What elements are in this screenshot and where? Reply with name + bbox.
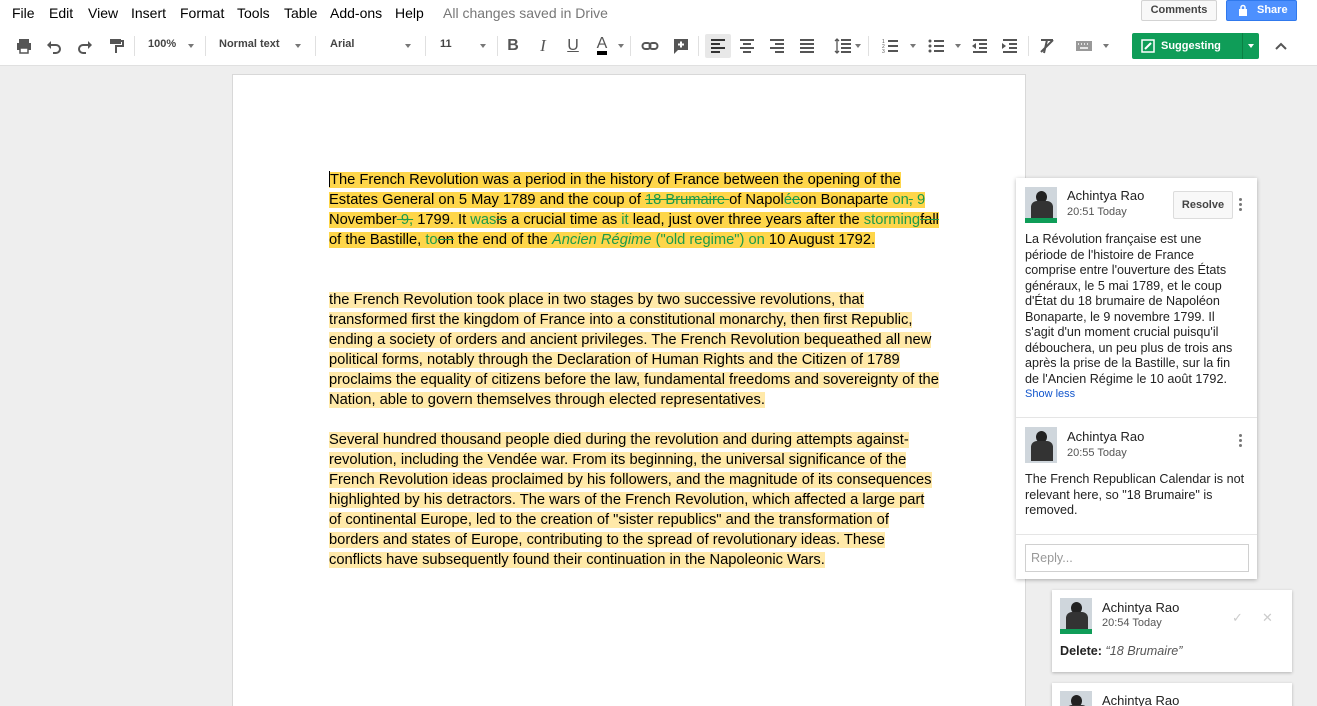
suggestion-card[interactable]: Achintya Rao xyxy=(1052,683,1292,706)
bold-icon[interactable]: B xyxy=(503,36,523,56)
reply-input[interactable]: Reply... xyxy=(1025,544,1249,572)
suggested-insertion[interactable]: on xyxy=(892,192,908,208)
align-center-icon[interactable] xyxy=(737,36,757,56)
menu-help[interactable]: Help xyxy=(395,5,424,21)
menu-bar: File Edit View Insert Format Tools Table… xyxy=(0,0,1317,26)
suggested-insertion[interactable]: it xyxy=(621,212,628,228)
suggested-deletion[interactable]: 9, xyxy=(397,212,413,228)
reject-icon[interactable]: ✕ xyxy=(1262,610,1273,626)
reply-author: Achintya Rao xyxy=(1067,429,1145,444)
redo-icon[interactable] xyxy=(75,36,95,56)
toolbar: 100% Normal text Arial 11 B I U A 123 Su… xyxy=(0,26,1317,66)
avatar xyxy=(1025,187,1057,223)
suggestion-author: Achintya Rao xyxy=(1102,693,1180,706)
share-label: Share xyxy=(1257,4,1288,16)
suggested-deletion[interactable]: on xyxy=(438,232,454,248)
comment-author: Achintya Rao xyxy=(1067,188,1145,203)
menu-view[interactable]: View xyxy=(88,5,118,21)
share-button[interactable]: Share xyxy=(1226,0,1297,21)
more-options-icon[interactable] xyxy=(1239,434,1243,449)
paragraph-3[interactable]: Several hundred thousand people died dur… xyxy=(329,430,939,570)
svg-text:3: 3 xyxy=(882,49,885,55)
add-comment-icon[interactable] xyxy=(671,36,691,56)
suggested-deletion[interactable]: 18 Brumaire xyxy=(645,192,729,208)
reply-time: 20:55 Today xyxy=(1067,447,1127,459)
suggesting-label: Suggesting xyxy=(1161,40,1221,52)
line-spacing-icon[interactable] xyxy=(833,36,853,56)
accept-icon[interactable]: ✓ xyxy=(1232,610,1243,626)
menu-tools[interactable]: Tools xyxy=(237,5,270,21)
input-tools-icon[interactable] xyxy=(1074,36,1094,56)
avatar xyxy=(1060,691,1092,706)
comment-thread[interactable]: Achintya Rao 20:51 Today Resolve La Révo… xyxy=(1016,178,1257,579)
link-icon[interactable] xyxy=(640,36,660,56)
more-options-icon[interactable] xyxy=(1239,198,1243,213)
avatar xyxy=(1025,427,1057,463)
suggested-insertion[interactable]: was xyxy=(470,212,496,228)
menu-insert[interactable]: Insert xyxy=(131,5,166,21)
suggested-insertion[interactable]: ("old regime") on xyxy=(652,232,765,248)
menu-format[interactable]: Format xyxy=(180,5,224,21)
suggesting-mode-button[interactable]: Suggesting xyxy=(1132,33,1259,59)
underline-icon[interactable]: U xyxy=(563,36,583,56)
clear-formatting-icon[interactable] xyxy=(1037,36,1057,56)
mode-dropdown-icon[interactable] xyxy=(1248,44,1254,48)
suggested-deletion[interactable]: e xyxy=(792,192,800,208)
suggested-insertion[interactable]: storming xyxy=(864,212,920,228)
suggestion-author: Achintya Rao xyxy=(1102,600,1180,615)
italic-icon[interactable]: I xyxy=(533,36,553,56)
decrease-indent-icon[interactable] xyxy=(970,36,990,56)
save-status[interactable]: All changes saved in Drive xyxy=(443,5,608,21)
suggest-edit-icon xyxy=(1141,39,1155,53)
suggested-insertion[interactable]: 9 xyxy=(913,192,925,208)
comment-text: La Révolution française est une période … xyxy=(1025,232,1233,386)
paragraph-2[interactable]: the French Revolution took place in two … xyxy=(329,290,939,410)
document-page[interactable]: The French Revolution was a period in th… xyxy=(232,74,1026,706)
print-icon[interactable] xyxy=(14,36,34,56)
suggested-deletion[interactable]: is xyxy=(496,212,507,228)
zoom-select[interactable]: 100% xyxy=(148,38,176,50)
numbered-list-icon[interactable]: 123 xyxy=(880,36,900,56)
menu-file[interactable]: File xyxy=(12,5,35,21)
suggestion-detail: Delete: “18 Brumaire” xyxy=(1060,644,1183,658)
comment-pointer xyxy=(1001,177,1017,197)
text-color-icon[interactable]: A xyxy=(592,36,612,56)
avatar xyxy=(1060,598,1092,634)
undo-icon[interactable] xyxy=(44,36,64,56)
suggested-insertion[interactable]: to xyxy=(425,232,437,248)
show-less-link[interactable]: Show less xyxy=(1025,388,1075,400)
justify-icon[interactable] xyxy=(797,36,817,56)
menu-edit[interactable]: Edit xyxy=(49,5,73,21)
comment-time: 20:51 Today xyxy=(1067,206,1127,218)
bulleted-list-icon[interactable] xyxy=(926,36,946,56)
menu-table[interactable]: Table xyxy=(284,5,317,21)
style-select[interactable]: Normal text xyxy=(219,38,280,50)
increase-indent-icon[interactable] xyxy=(1000,36,1020,56)
font-size-select[interactable]: 11 xyxy=(440,38,452,50)
reply-text: The French Republican Calendar is not re… xyxy=(1025,472,1245,517)
suggestion-time: 20:54 Today xyxy=(1102,617,1162,629)
align-right-icon[interactable] xyxy=(767,36,787,56)
comments-button[interactable]: Comments xyxy=(1141,0,1217,21)
paragraph-1[interactable]: The French Revolution was a period in th… xyxy=(329,170,939,250)
suggested-insertion[interactable]: Ancien Régime xyxy=(552,232,652,248)
font-select[interactable]: Arial xyxy=(330,38,354,50)
align-left-icon[interactable] xyxy=(705,34,731,58)
lock-icon xyxy=(1239,4,1247,16)
collapse-icon[interactable] xyxy=(1271,36,1291,56)
paint-format-icon[interactable] xyxy=(106,36,126,56)
resolve-button[interactable]: Resolve xyxy=(1173,191,1233,219)
suggested-deletion[interactable]: fall xyxy=(920,212,939,228)
suggested-insertion[interactable]: é xyxy=(784,192,792,208)
menu-addons[interactable]: Add-ons xyxy=(330,5,382,21)
suggestion-card[interactable]: Achintya Rao 20:54 Today ✓ ✕ Delete: “18… xyxy=(1052,590,1292,672)
